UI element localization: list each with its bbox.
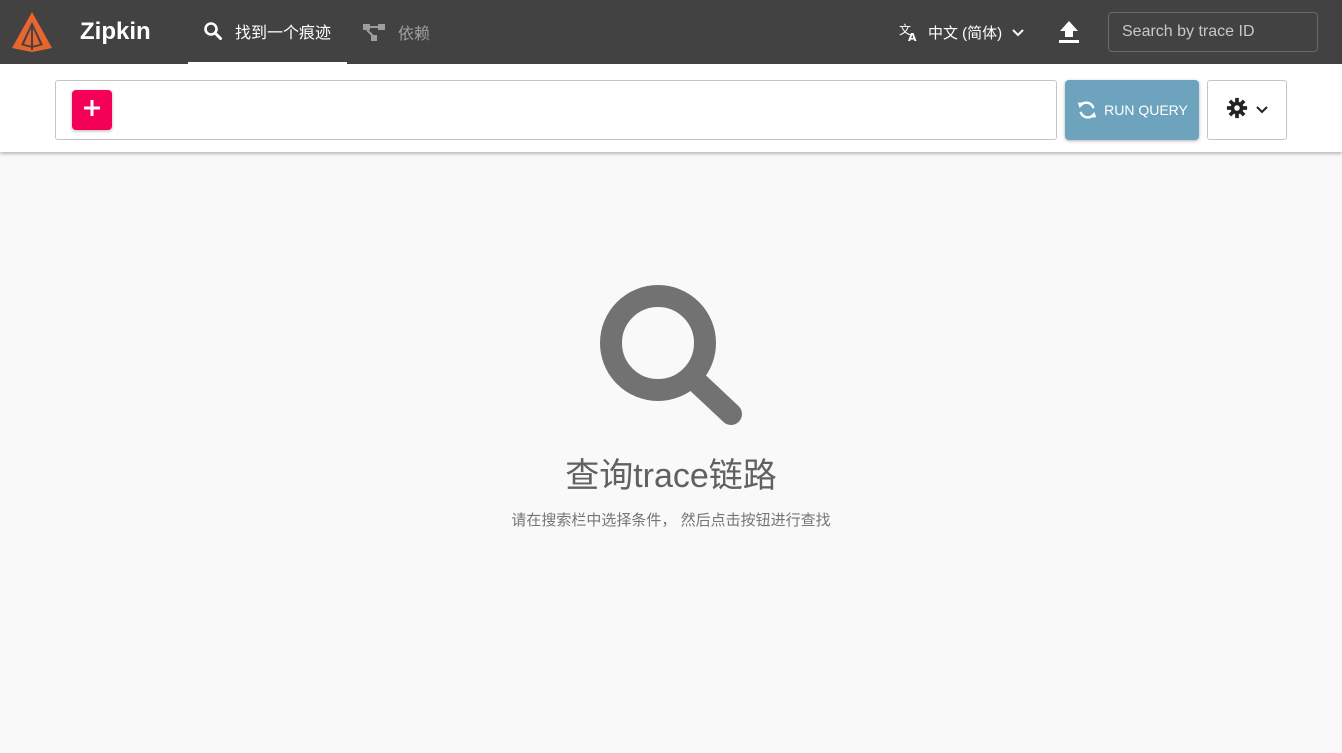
run-query-label: RUN QUERY (1104, 102, 1188, 118)
gear-icon (1226, 97, 1248, 124)
empty-state-description: 请在搜索栏中选择条件， 然后点击按钮进行查找 (511, 512, 831, 529)
add-criterion-button[interactable] (72, 90, 112, 130)
translate-icon: 文 A (898, 22, 920, 42)
chevron-down-icon (1012, 24, 1024, 41)
chevron-down-icon (1256, 101, 1268, 119)
trace-id-search-input[interactable] (1108, 12, 1318, 52)
sync-icon (1076, 99, 1098, 121)
empty-state-search-icon (596, 282, 746, 432)
tab-label: 依赖 (398, 26, 431, 43)
app-brand[interactable]: Zipkin (80, 17, 151, 47)
empty-state-title: 查询trace链路 (565, 457, 777, 495)
tab-label: 找到一个痕迹 (235, 25, 332, 42)
search-icon (203, 21, 223, 41)
language-label: 中文 (简体) (928, 24, 1003, 42)
tab-dependencies[interactable]: 依赖 (362, 0, 452, 64)
search-criteria-input[interactable] (55, 80, 1057, 140)
app-header: Zipkin 找到一个痕迹 依赖 文 A 中文 (简体) Search by t… (0, 0, 1342, 64)
upload-icon[interactable] (1057, 20, 1081, 49)
query-bar: RUN QUERY (0, 64, 1342, 152)
zipkin-logo (12, 12, 52, 52)
run-query-button[interactable]: RUN QUERY (1065, 80, 1199, 140)
svg-text:A: A (908, 31, 917, 42)
settings-menu-button[interactable] (1207, 80, 1287, 140)
tab-find-trace[interactable]: 找到一个痕迹 (188, 0, 347, 64)
plus-icon (84, 99, 100, 121)
dependency-graph-icon (362, 22, 386, 42)
language-selector[interactable]: 文 A 中文 (简体) (898, 0, 1024, 64)
